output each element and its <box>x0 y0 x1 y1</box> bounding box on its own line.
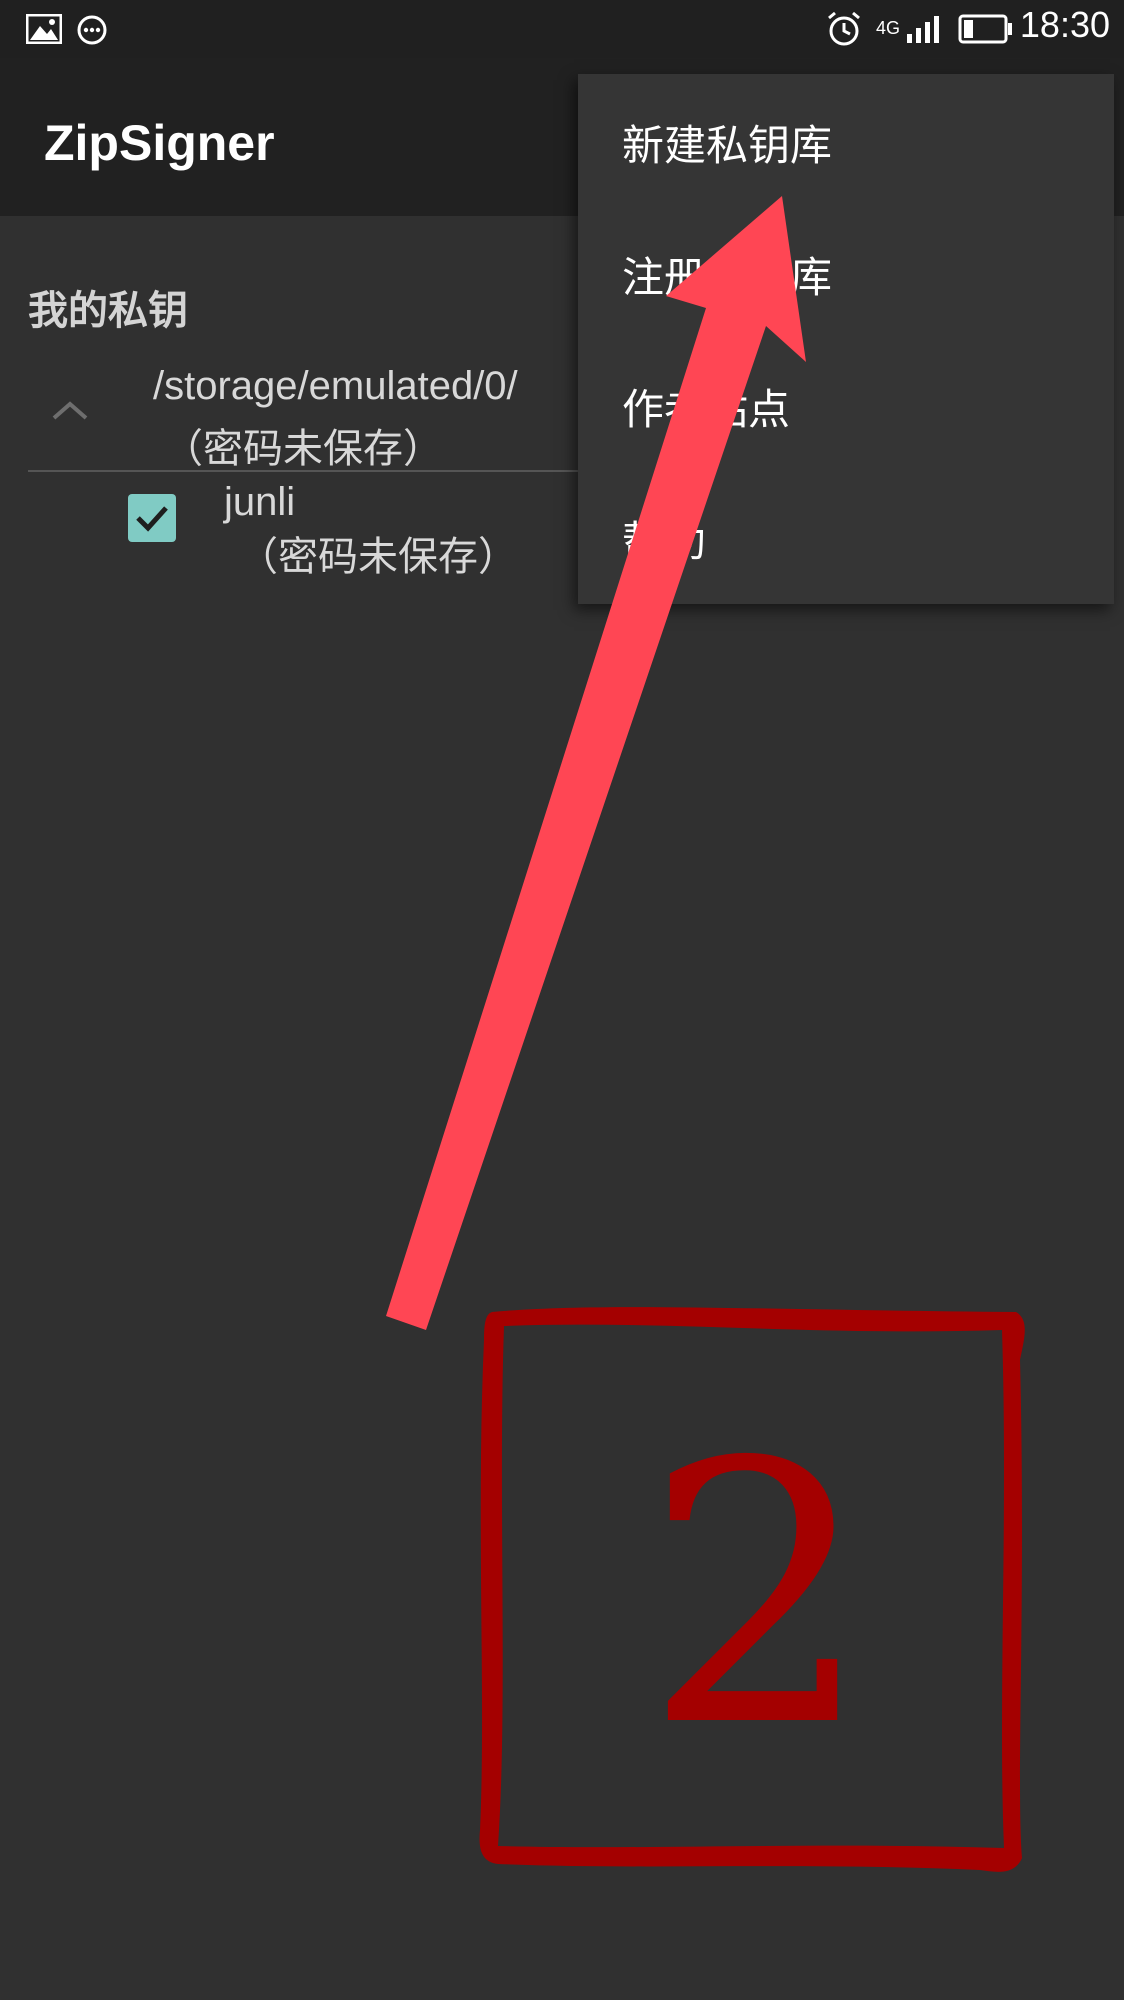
annotation-arrow <box>386 196 806 1330</box>
step-number: 2 <box>643 1386 872 1805</box>
annotation-overlay: 2 <box>386 196 1025 1872</box>
